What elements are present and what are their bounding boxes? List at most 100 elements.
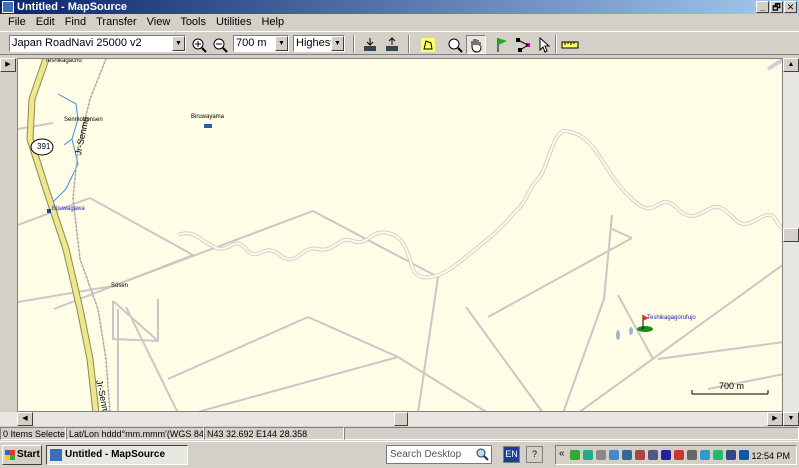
display-icon[interactable] — [739, 450, 749, 460]
map-tool-button[interactable] — [418, 35, 438, 54]
language-indicator[interactable]: EN — [503, 446, 520, 463]
network-icon[interactable] — [622, 450, 632, 460]
horizontal-scroll-thumb[interactable] — [394, 412, 408, 426]
minimize-button[interactable]: _ — [756, 1, 769, 13]
chevron-down-icon[interactable]: ▼ — [331, 36, 344, 51]
search-icon[interactable] — [475, 448, 489, 461]
detail-select-value: Highest — [296, 37, 334, 49]
chevron-down-icon[interactable]: ▼ — [172, 36, 185, 51]
menu-view[interactable]: View — [142, 16, 176, 28]
menu-tools[interactable]: Tools — [175, 16, 211, 28]
restore-button[interactable]: 🗗 — [770, 1, 783, 13]
route-tool-icon — [516, 37, 530, 52]
route-tool-button[interactable] — [513, 35, 533, 54]
contour-line — [177, 129, 782, 280]
send-to-device-button[interactable] — [382, 35, 402, 54]
zoom-in-icon — [192, 38, 207, 53]
stream — [63, 138, 73, 146]
title-bar: Untitled - MapSource _ 🗗 ✕ — [0, 0, 799, 14]
tray-icon-4[interactable] — [609, 450, 619, 460]
status-empty — [344, 427, 799, 440]
hand-tool-button[interactable] — [466, 35, 486, 54]
map-label-teshikagacho: Teshikagacho — [45, 58, 82, 64]
waypoint-tool-icon — [497, 37, 507, 52]
tray-icon-12[interactable] — [713, 450, 723, 460]
menu-file[interactable]: File — [3, 16, 31, 28]
waypoint-tool-button[interactable] — [492, 35, 512, 54]
route-391-label: 391 — [37, 142, 51, 151]
vertical-scroll-thumb[interactable] — [783, 228, 799, 242]
minor-road — [487, 237, 633, 318]
taskbar-mapsource-button[interactable]: Untitled - MapSource — [46, 445, 188, 465]
horizontal-scrollbar[interactable]: ◀ ▶ ▼ — [0, 412, 799, 426]
tray-icon-7[interactable] — [648, 450, 658, 460]
minor-road — [18, 122, 54, 130]
send-to-device-icon — [386, 36, 398, 51]
tray-icon-10[interactable] — [687, 450, 697, 460]
chevron-left-icon[interactable]: « — [559, 448, 565, 459]
zoom-select[interactable]: 700 m ▼ — [233, 35, 289, 52]
close-button[interactable]: ✕ — [784, 1, 797, 13]
menu-utilities[interactable]: Utilities — [211, 16, 256, 28]
minor-road — [307, 316, 487, 411]
zoom-out-icon — [213, 38, 228, 53]
map-label-biruwagawa: Biruwagawa — [52, 206, 85, 212]
product-select-value: Japan RoadNavi 25000 v2 — [12, 37, 142, 49]
status-bar: 0 Items Selected Lat/Lon hddd°mm.mmm'(WG… — [0, 427, 799, 440]
minor-road — [197, 356, 399, 411]
menu-edit[interactable]: Edit — [31, 16, 60, 28]
scroll-left-pane-button[interactable]: ▶ — [0, 58, 16, 72]
tray-icon-6[interactable] — [635, 450, 645, 460]
chevron-down-icon[interactable]: ▼ — [275, 36, 288, 51]
pond — [616, 330, 620, 340]
scroll-left-button[interactable]: ◀ — [17, 412, 33, 426]
app-icon[interactable] — [2, 1, 14, 13]
scroll-right-button[interactable]: ▶ — [767, 412, 783, 426]
scroll-up-button[interactable]: ▲ — [783, 58, 799, 72]
bluetooth-icon[interactable] — [661, 450, 671, 460]
scale-label: 700 m — [719, 381, 745, 391]
scroll-down-button[interactable]: ▼ — [783, 412, 799, 426]
status-format: Lat/Lon hddd°mm.mmm'(WGS 84) — [66, 427, 204, 440]
detail-select[interactable]: Highest ▼ — [293, 35, 345, 52]
zoom-tool-button[interactable] — [445, 35, 465, 54]
signal-icon[interactable] — [583, 450, 593, 460]
distance-tool-icon — [561, 41, 579, 48]
selection-tool-button[interactable] — [534, 35, 554, 54]
pond — [629, 327, 633, 335]
minor-road — [89, 197, 194, 256]
minor-road — [465, 306, 543, 411]
desktop-search-input[interactable]: Search Desktop — [386, 445, 492, 464]
receive-from-device-button[interactable] — [360, 35, 380, 54]
tray-icon-9[interactable] — [674, 450, 684, 460]
tray-icon-13[interactable] — [726, 450, 736, 460]
distance-tool-button[interactable] — [560, 35, 580, 54]
taskbar-mapsource-label: Untitled - MapSource — [65, 449, 166, 460]
golf-course-icon — [637, 326, 653, 332]
selection-tool-icon — [539, 36, 551, 53]
map-canvas[interactable]: Teshikagacho 391 Jr-Senmo Jr-Senmo Senmo… — [17, 58, 783, 412]
receive-from-device-icon — [364, 37, 376, 51]
tray-icon-3[interactable] — [596, 450, 606, 460]
mapsource-icon — [50, 449, 62, 461]
minor-road — [167, 316, 309, 380]
start-button[interactable]: Start — [2, 445, 42, 465]
zoom-out-button[interactable] — [210, 35, 230, 54]
menu-help[interactable]: Help — [256, 16, 289, 28]
product-select[interactable]: Japan RoadNavi 25000 v2 ▼ — [9, 35, 186, 52]
menu-find[interactable]: Find — [60, 16, 91, 28]
tray-icon-1[interactable] — [570, 450, 580, 460]
clock[interactable]: 12:54 PM — [751, 449, 790, 463]
window-title: Untitled - MapSource — [17, 1, 128, 13]
zoom-tool-icon — [448, 38, 463, 53]
vertical-scrollbar[interactable]: ▲ — [783, 58, 799, 412]
toolbar-separator — [408, 35, 410, 53]
toolbar-separator — [555, 35, 557, 53]
map-drawing — [18, 59, 782, 411]
menu-transfer[interactable]: Transfer — [91, 16, 142, 28]
help-icon[interactable]: ? — [526, 446, 543, 463]
tray-icon-11[interactable] — [700, 450, 710, 460]
windows-logo-icon — [5, 450, 15, 460]
taskbar: Start Untitled - MapSource Search Deskto… — [0, 441, 799, 468]
zoom-in-button[interactable] — [189, 35, 209, 54]
